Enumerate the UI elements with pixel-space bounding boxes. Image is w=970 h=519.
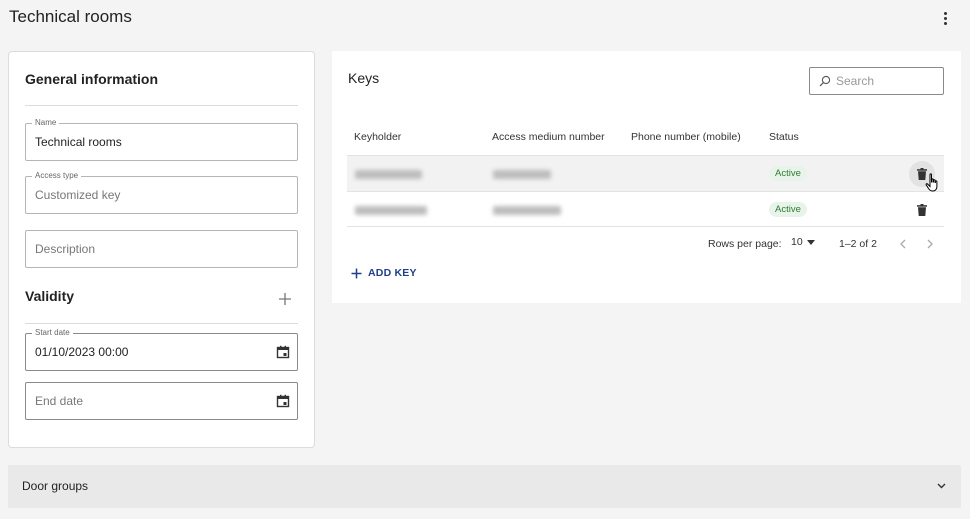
search-input[interactable] (836, 73, 936, 89)
start-date-value: 01/10/2023 00:00 (35, 345, 129, 359)
divider (25, 323, 298, 324)
name-field[interactable]: Name Technical rooms (25, 118, 298, 161)
rows-per-page-value: 10 (791, 236, 803, 248)
chevron-down-icon (937, 483, 946, 489)
access-type-label: Access type (32, 171, 82, 181)
more-vertical-icon[interactable] (936, 9, 954, 27)
name-value: Technical rooms (35, 135, 122, 149)
description-placeholder: Description (35, 242, 96, 256)
keyholder-redacted (355, 170, 422, 179)
column-header-phone-number[interactable]: Phone number (mobile) (631, 131, 741, 143)
trash-icon (917, 168, 927, 180)
start-date-field[interactable]: Start date 01/10/2023 00:00 (25, 328, 298, 371)
door-groups-label: Door groups (22, 479, 89, 493)
general-information-title: General information (25, 71, 159, 87)
table-row[interactable]: Active (347, 191, 944, 227)
access-medium-redacted (493, 206, 561, 215)
access-medium-redacted (493, 170, 551, 179)
chevron-right-icon[interactable] (924, 238, 936, 250)
access-type-field[interactable]: Access type Customized key (25, 171, 298, 214)
delete-button[interactable] (909, 161, 935, 187)
add-validity-icon[interactable] (278, 292, 292, 306)
column-header-keyholder[interactable]: Keyholder (354, 131, 401, 143)
delete-button[interactable] (913, 201, 931, 219)
status-badge: Active (769, 166, 807, 181)
calendar-icon[interactable] (276, 394, 290, 408)
end-date-placeholder: End date (35, 394, 84, 408)
general-information-card: General information Name Technical rooms… (8, 51, 315, 448)
divider (25, 105, 298, 106)
rows-per-page-select[interactable]: 10 (791, 236, 815, 248)
name-label: Name (32, 118, 60, 128)
pagination-range: 1–2 of 2 (839, 238, 877, 250)
validity-title: Validity (25, 288, 75, 304)
keyholder-redacted (355, 206, 427, 215)
column-header-access-medium-number[interactable]: Access medium number (492, 131, 605, 143)
status-badge: Active (769, 202, 807, 217)
door-groups-accordion[interactable]: Door groups (8, 465, 961, 508)
caret-down-icon (806, 239, 815, 245)
description-field[interactable]: Description (25, 230, 298, 268)
trash-icon (917, 204, 927, 216)
add-key-label: ADD KEY (368, 267, 417, 279)
keys-card: Keys Keyholder Access medium number Phon… (332, 51, 961, 303)
access-type-value: Customized key (35, 188, 121, 202)
plus-icon (351, 268, 362, 278)
start-date-label: Start date (32, 328, 73, 338)
end-date-field[interactable]: End date (25, 382, 298, 420)
rows-per-page-label: Rows per page: (708, 238, 782, 250)
chevron-left-icon[interactable] (897, 238, 909, 250)
table-row[interactable]: Active (347, 155, 944, 191)
search-field[interactable] (809, 67, 944, 95)
add-key-button[interactable]: ADD KEY (351, 267, 417, 279)
keys-title: Keys (348, 70, 380, 86)
search-icon (819, 75, 831, 87)
page-title: Technical rooms (9, 7, 132, 26)
column-header-status[interactable]: Status (769, 131, 799, 143)
calendar-icon[interactable] (276, 345, 290, 359)
